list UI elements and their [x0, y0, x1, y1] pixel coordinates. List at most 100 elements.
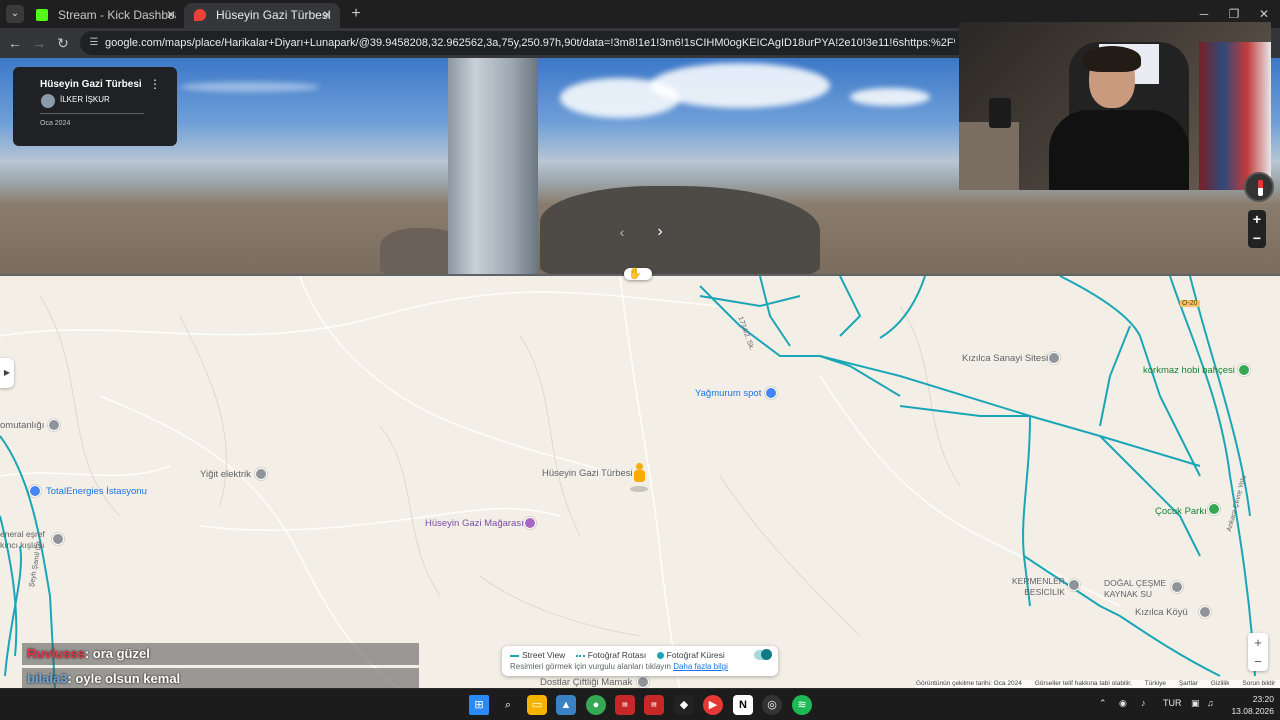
street-view-info-card: Hüseyin Gazi Türbesi ⋮ İLKER İŞKUR Oca 2… [13, 67, 177, 146]
rock-outcrop [540, 186, 820, 274]
poi-pin-icon[interactable] [1199, 606, 1211, 618]
more-info-link[interactable]: Daha fazla bilgi [673, 662, 728, 671]
kick-favicon-icon [36, 9, 48, 21]
map-zoom-in-button[interactable]: + [1248, 633, 1268, 652]
obs-icon[interactable]: ◎ [762, 695, 782, 715]
cloud [850, 88, 930, 106]
poi-pin-icon[interactable] [255, 468, 267, 480]
compass-needle [1258, 180, 1263, 196]
poi-pin-icon[interactable] [48, 419, 60, 431]
poi-pin-icon[interactable] [1171, 581, 1183, 593]
pano-zoom-in-button[interactable]: + [1248, 210, 1266, 229]
poi-label[interactable]: KERMENLER BESİCİLİK [1012, 576, 1065, 598]
street-view-legend: Street View Fotoğraf Rotası Fotoğraf Kür… [502, 646, 778, 676]
legend-label: Fotoğraf Küresi [666, 650, 725, 660]
author-name[interactable]: İLKER İŞKUR [60, 95, 110, 104]
place-title[interactable]: Hüseyin Gazi Türbesi [40, 79, 142, 90]
discord-icon[interactable]: ◉ [1119, 698, 1127, 709]
chat-username: Ruviusss [27, 646, 85, 661]
pano-forward-arrow-icon[interactable]: › [650, 222, 670, 242]
pegman-icon[interactable] [631, 463, 647, 485]
notion-icon[interactable]: N [733, 695, 753, 715]
back-icon[interactable]: ← [6, 34, 24, 52]
record-icon[interactable]: ▶ [703, 695, 723, 715]
restore-icon[interactable]: ❐ [1219, 4, 1249, 24]
forward-icon[interactable]: → [30, 34, 48, 52]
terms-link[interactable]: Şartlar [1179, 680, 1198, 687]
legend-hint: Resimleri görmek için vurgulu alanları t… [510, 662, 728, 671]
site-info-icon[interactable]: ☰ [87, 36, 101, 50]
tray-expand-icon[interactable]: ⌃ [1099, 698, 1107, 709]
poi-pin-icon[interactable] [765, 387, 777, 399]
legend-photo-route: Fotoğraf Rotası [575, 650, 646, 660]
poi-label[interactable]: korkmaz hobi bahçesi [1143, 365, 1235, 376]
compass-icon[interactable] [1244, 172, 1274, 202]
poi-pin-icon[interactable] [637, 676, 649, 688]
poi-label[interactable]: omutanlığı [0, 420, 44, 431]
new-tab-button[interactable]: + [346, 4, 366, 24]
map-zoom-out-button[interactable]: − [1248, 652, 1268, 671]
poi-pin-icon[interactable] [52, 533, 64, 545]
voice-meeter-icon[interactable]: ▤ [615, 695, 635, 715]
start-icon[interactable]: ⊞ [469, 695, 489, 715]
poi-pin-icon[interactable] [1048, 352, 1060, 364]
tab-kick-dashboard[interactable]: Stream - Kick Dashboard ✕ [26, 3, 184, 28]
poi-pin-icon[interactable] [1238, 364, 1250, 376]
copyright-note: Görseller telif hakkına tabi olabilir. [1034, 680, 1132, 687]
hanging-clothes [1199, 42, 1271, 190]
expand-side-panel-button[interactable]: ▶ [0, 358, 14, 388]
poi-label[interactable]: DOĞAL ÇEŞME KAYNAK SU [1104, 578, 1166, 600]
more-options-icon[interactable]: ⋮ [149, 77, 161, 91]
microphone-icon[interactable]: ♪ [1141, 698, 1146, 708]
pano-back-arrow-icon[interactable]: ‹ [612, 222, 632, 242]
close-tab-icon[interactable]: ✕ [166, 3, 176, 27]
poi-pin-icon[interactable] [524, 517, 536, 529]
network-icon[interactable]: ▣ [1191, 698, 1200, 709]
search-icon[interactable]: ⌕ [498, 695, 518, 715]
language-indicator[interactable]: TUR [1163, 698, 1182, 708]
person-hair [1083, 46, 1141, 72]
spotify-icon[interactable]: ≋ [792, 695, 812, 715]
monument-pillar [448, 58, 538, 274]
poi-label[interactable]: Kızılca Köyü [1135, 607, 1188, 618]
legend-street-view: Street View [510, 650, 565, 660]
poi-label[interactable]: Çocuk Parkı [1155, 506, 1207, 517]
clock-date: 13.08.2026 [1231, 706, 1274, 716]
privacy-link[interactable]: Gizlilik [1211, 680, 1230, 687]
poi-label[interactable]: Hüseyin Gazi Türbesi [542, 468, 633, 479]
report-problem-link[interactable]: Sorun bildir [1242, 680, 1275, 687]
tab-title: Stream - Kick Dashboard [58, 8, 176, 22]
region-link[interactable]: Türkiye [1145, 680, 1166, 687]
minimize-icon[interactable]: ─ [1189, 4, 1219, 24]
volume-icon[interactable]: ♫ [1207, 698, 1214, 708]
windows-taskbar: ⊞ ⌕ ▭ ▲ ● ▤ ▤ ◆ ▶ N ◎ ≋ ⌃ ◉ ♪ TUR ▣ ♫ 23… [0, 688, 1280, 720]
tab-google-maps[interactable]: Hüseyin Gazi Türbesi - Google ✕ [184, 3, 340, 28]
chrome-icon[interactable]: ● [586, 695, 606, 715]
app-icon[interactable]: ◆ [674, 695, 694, 715]
poi-label[interactable]: Kızılca Sanayi Sitesi [962, 353, 1048, 364]
file-explorer-icon[interactable]: ▭ [527, 695, 547, 715]
poi-label[interactable]: Yağmurum spot [695, 388, 761, 399]
poi-label[interactable]: Hüseyin Gazi Mağarası [425, 518, 524, 529]
close-window-icon[interactable]: ✕ [1249, 4, 1279, 24]
poi-label[interactable]: Dostlar Çiftliği Mamak [540, 677, 632, 688]
poi-label[interactable]: TotalEnergies İstasyonu [46, 486, 147, 497]
reload-icon[interactable]: ↻ [54, 34, 72, 52]
poi-pin-icon[interactable] [1208, 503, 1220, 515]
photos-icon[interactable]: ▲ [556, 695, 576, 715]
close-tab-icon[interactable]: ✕ [322, 3, 332, 27]
poi-pin-icon[interactable] [29, 485, 41, 497]
capture-date: Oca 2024 [40, 120, 71, 127]
poi-label[interactable]: Yiğit elektrik [200, 469, 251, 480]
taskbar-clock[interactable]: 23:20 13.08.2026 [1226, 693, 1274, 717]
avatar[interactable] [41, 94, 55, 108]
pano-zoom-out-button[interactable]: − [1248, 229, 1266, 248]
url-text[interactable]: google.com/maps/place/Harikalar+Diyarı+L… [105, 31, 955, 55]
pano-zoom-control: + − [1248, 210, 1266, 248]
tab-search-icon[interactable]: ⌄ [6, 5, 24, 23]
toggle-knob[interactable] [761, 649, 772, 660]
maps-favicon-icon [194, 9, 206, 21]
voice-meeter-icon[interactable]: ▤ [644, 695, 664, 715]
poi-pin-icon[interactable] [1068, 579, 1080, 591]
line-icon [510, 654, 519, 657]
